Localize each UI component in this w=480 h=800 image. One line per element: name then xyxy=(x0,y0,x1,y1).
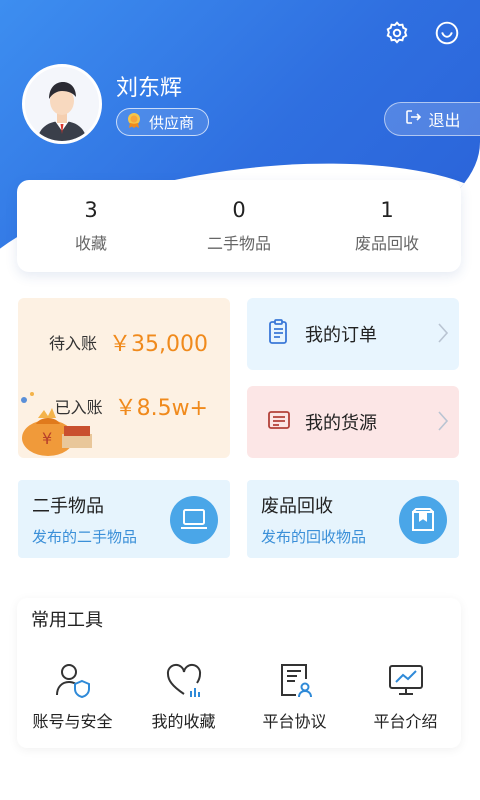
chevron-right-icon xyxy=(437,322,449,348)
stat-label: 二手物品 xyxy=(206,234,271,253)
logout-icon xyxy=(404,108,422,130)
earnings-card[interactable]: 待入账 ￥35,000 已入账 ￥8.5w+ ¥ xyxy=(18,298,230,458)
monitor-chart-icon xyxy=(386,660,426,700)
stat-favorites[interactable]: 3 收藏 xyxy=(17,180,165,272)
tool-platform-introduction[interactable]: 平台介绍 xyxy=(350,660,461,732)
laptop-icon xyxy=(170,496,218,544)
my-goods-card[interactable]: 我的货源 xyxy=(247,386,459,458)
stat-value: 1 xyxy=(380,198,394,222)
pending-earnings: 待入账 ￥35,000 xyxy=(49,326,208,358)
tool-platform-agreement[interactable]: 平台协议 xyxy=(239,660,350,732)
my-orders-label: 我的订单 xyxy=(305,325,377,346)
tool-label: 账号与安全 xyxy=(32,712,113,731)
stat-label: 废品回收 xyxy=(354,234,419,253)
settings-icon[interactable] xyxy=(382,18,412,48)
order-clipboard-icon xyxy=(267,318,291,350)
secondhand-items-card[interactable]: 二手物品 发布的二手物品 xyxy=(18,480,230,558)
recycle-box-icon xyxy=(399,496,447,544)
role-label: 供应商 xyxy=(149,113,195,132)
tool-label: 平台协议 xyxy=(262,712,327,731)
pending-label: 待入账 xyxy=(49,334,98,353)
stat-label: 收藏 xyxy=(74,234,107,253)
user-name: 刘东辉 xyxy=(116,76,183,101)
pending-value: ￥35,000 xyxy=(109,332,208,357)
role-badge: 供应商 xyxy=(116,108,210,136)
document-user-icon xyxy=(275,660,315,700)
my-orders-card[interactable]: 我的订单 xyxy=(247,298,459,370)
common-tools-card: 常用工具 账号与安全 我的收藏 平台协议 平台介绍 xyxy=(17,598,461,748)
tools-row: 账号与安全 我的收藏 平台协议 平台介绍 xyxy=(17,660,461,732)
medal-icon xyxy=(125,111,143,133)
tool-label: 我的收藏 xyxy=(151,712,216,731)
tool-my-favorites[interactable]: 我的收藏 xyxy=(128,660,239,732)
stat-value: 3 xyxy=(84,198,98,222)
svg-text:¥: ¥ xyxy=(42,429,52,448)
account-security-icon xyxy=(53,660,93,700)
logout-label: 退出 xyxy=(428,111,461,130)
heart-chart-icon xyxy=(164,660,204,700)
my-goods-label: 我的货源 xyxy=(305,413,377,434)
stats-card: 3 收藏 0 二手物品 1 废品回收 xyxy=(17,180,461,272)
recycling-items-card[interactable]: 废品回收 发布的回收物品 xyxy=(247,480,459,558)
header-actions xyxy=(382,18,462,48)
chevron-right-icon xyxy=(437,410,449,436)
tools-title: 常用工具 xyxy=(31,610,103,631)
received-value: ￥8.5w+ xyxy=(114,396,208,421)
stat-secondhand[interactable]: 0 二手物品 xyxy=(165,180,313,272)
stat-value: 0 xyxy=(232,198,246,222)
smile-icon[interactable] xyxy=(432,18,462,48)
tool-account-security[interactable]: 账号与安全 xyxy=(17,660,128,732)
avatar[interactable] xyxy=(22,64,102,144)
tool-label: 平台介绍 xyxy=(373,712,438,731)
stat-recycling[interactable]: 1 废品回收 xyxy=(313,180,461,272)
goods-register-icon xyxy=(267,408,291,436)
logout-button[interactable]: 退出 xyxy=(384,102,480,136)
money-bag-icon: ¥ xyxy=(18,388,98,458)
